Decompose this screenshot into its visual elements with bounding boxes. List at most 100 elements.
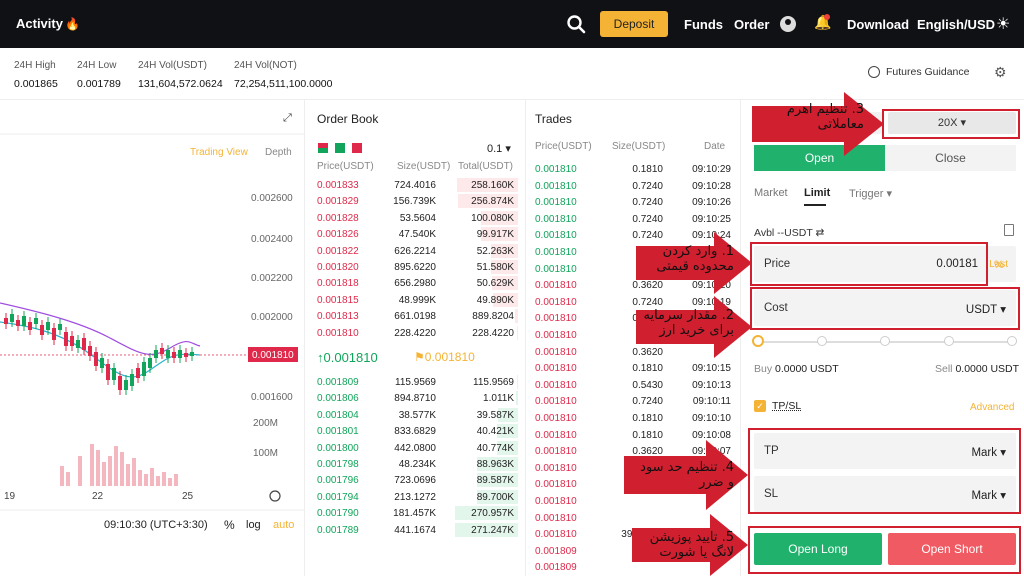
theme-toggle-icon[interactable]: ☀ (996, 14, 1010, 34)
ask-row[interactable]: 0.001822 626.2214 52.263K (306, 243, 526, 260)
trade-price: 0.001810 (535, 413, 577, 424)
price-axis-label: 0.002000 (251, 312, 293, 323)
stat-24h-vol-usdt: 24H Vol(USDT) 131,604,572.0624 (138, 60, 223, 90)
precision-select[interactable]: 0.1 ▾ (487, 142, 511, 155)
ask-row[interactable]: 0.001815 48.999K 49.890K (306, 292, 526, 309)
stat-24h-high: 24H High 0.001865 (14, 60, 58, 90)
bid-row[interactable]: 0.001794 213.1272 89.700K (306, 489, 526, 506)
book-asks-icon[interactable] (352, 143, 362, 153)
candle-body (142, 362, 146, 376)
depth-bar (517, 375, 518, 389)
flag-icon: ⚑ (414, 350, 425, 364)
book-bids-icon[interactable] (335, 143, 345, 153)
ask-row[interactable]: 0.001833 724.4016 258.160K (306, 177, 526, 194)
trade-row: 0.001810 0.7240 09:10:11 (527, 393, 741, 410)
slider-step-75[interactable] (944, 336, 954, 346)
candle-body (130, 374, 134, 386)
stat-24h-vol-not: 24H Vol(NOT) 72,254,511,100.0000 (234, 60, 333, 90)
futures-guidance-link[interactable]: Futures Guidance (868, 66, 969, 78)
bid-row[interactable]: 0.001789 441.1674 271.247K (306, 522, 526, 539)
candle-body (100, 358, 104, 368)
ask-row[interactable]: 0.001818 656.2980 50.629K (306, 275, 526, 292)
bid-row[interactable]: 0.001800 442.0800 40.774K (306, 440, 526, 457)
log-scale-toggle[interactable]: log (246, 519, 261, 531)
trade-price: 0.001810 (535, 429, 577, 441)
ask-total: 228.4220 (472, 327, 514, 339)
candle-body (118, 376, 122, 390)
trade-price: 0.001810 (535, 313, 577, 325)
ask-row[interactable]: 0.001826 47.540K 99.917K (306, 226, 526, 243)
slider-step-50[interactable] (880, 336, 890, 346)
x-axis-label: 22 (92, 491, 104, 502)
ob-header-size: Size(USDT) (397, 161, 451, 172)
trade-price: 0.001810 (535, 296, 577, 308)
sell-amount: Sell 0.0000 USDT (935, 363, 1019, 375)
volume-bar (114, 446, 118, 486)
book-both-icon[interactable] (318, 143, 328, 153)
ask-size: 895.6220 (394, 262, 436, 273)
tpsl-label[interactable]: TP/SL (772, 400, 801, 412)
trade-price: 0.001810 (535, 263, 577, 275)
trade-price: 0.001810 (535, 512, 577, 524)
ask-price: 0.001818 (317, 278, 359, 290)
annotation-box-cost (750, 287, 1020, 330)
annotation-box-open (748, 526, 1021, 574)
bid-size: 213.1272 (394, 491, 436, 503)
percent-icon[interactable]: % (994, 259, 1004, 271)
ask-total: 49.890K (476, 294, 514, 306)
gear-icon[interactable]: ⚙ (994, 64, 1007, 81)
user-avatar-icon[interactable] (780, 16, 796, 32)
ask-price: 0.001820 (317, 262, 359, 273)
ask-price: 0.001828 (317, 212, 359, 224)
bid-total: 40.421K (476, 426, 514, 438)
candlestick-chart[interactable]: 0.002600 0.002400 0.002200 0.002000 0.001600… (0, 100, 305, 576)
calculator-icon[interactable] (1004, 224, 1014, 236)
ask-size: 156.739K (393, 196, 436, 208)
close-tab[interactable]: Close (885, 145, 1016, 171)
bid-row[interactable]: 0.001798 48.234K 88.963K (306, 456, 526, 473)
candle-body (16, 320, 20, 326)
tpsl-checkbox[interactable]: ✓ (754, 400, 766, 412)
transfer-icon[interactable]: ⇄ (815, 227, 824, 239)
bid-row[interactable]: 0.001801 833.6829 40.421K (306, 423, 526, 440)
slider-handle[interactable] (752, 335, 764, 347)
candle-body (184, 353, 188, 357)
download-link[interactable]: Download (847, 17, 909, 32)
order-type-trigger[interactable]: Trigger ▾ (849, 187, 892, 200)
bid-price: 0.001790 (317, 508, 359, 520)
trade-price: 0.001810 (535, 379, 577, 391)
order-type-limit[interactable]: Limit (804, 187, 830, 199)
slider-step-25[interactable] (817, 336, 827, 346)
ask-row[interactable]: 0.001828 53.5604 100.080K (306, 210, 526, 227)
order-menu[interactable]: Order (734, 17, 769, 32)
activity-link[interactable]: Activity 🔥 (16, 16, 80, 31)
order-type-market[interactable]: Market (754, 187, 788, 199)
ask-row[interactable]: 0.001820 895.6220 51.580K (306, 259, 526, 276)
price-chart-panel[interactable]: ⤢ Trading View Depth 0.002600 0.002400 0.0… (0, 100, 305, 576)
advanced-link[interactable]: Advanced (970, 402, 1014, 413)
volume-bar (150, 468, 154, 486)
bid-row[interactable]: 0.001796 723.0696 89.587K (306, 472, 526, 489)
locale-selector[interactable]: English/USD (917, 17, 995, 32)
trades-header-size: Size(USDT) (612, 141, 666, 152)
ask-row[interactable]: 0.001810 228.4220 228.4220 (306, 325, 526, 342)
trade-row: 0.001810 0.7240 09:10:28 (527, 178, 741, 195)
percent-scale-toggle[interactable]: % (224, 518, 235, 532)
slider-step-100[interactable] (1007, 336, 1017, 346)
bid-row[interactable]: 0.001804 38.577K 39.587K (306, 407, 526, 424)
ask-total: 100.080K (471, 212, 514, 224)
ask-row[interactable]: 0.001813 661.0198 889.8204 (306, 308, 526, 325)
search-icon[interactable] (566, 14, 586, 34)
volume-bar (108, 456, 112, 486)
trade-size: 0.5430 (632, 379, 663, 391)
trade-price: 0.001810 (535, 247, 577, 258)
bid-row[interactable]: 0.001809 115.9569 115.9569 (306, 374, 526, 391)
candle-body (46, 322, 50, 330)
ask-row[interactable]: 0.001829 156.739K 256.874K (306, 193, 526, 210)
bid-price: 0.001801 (317, 426, 359, 438)
bid-row[interactable]: 0.001806 894.8710 1.011K (306, 390, 526, 407)
auto-scale-toggle[interactable]: auto (273, 519, 294, 531)
funds-menu[interactable]: Funds (684, 17, 723, 32)
deposit-button[interactable]: Deposit (600, 11, 668, 37)
bid-row[interactable]: 0.001790 181.457K 270.957K (306, 505, 526, 522)
